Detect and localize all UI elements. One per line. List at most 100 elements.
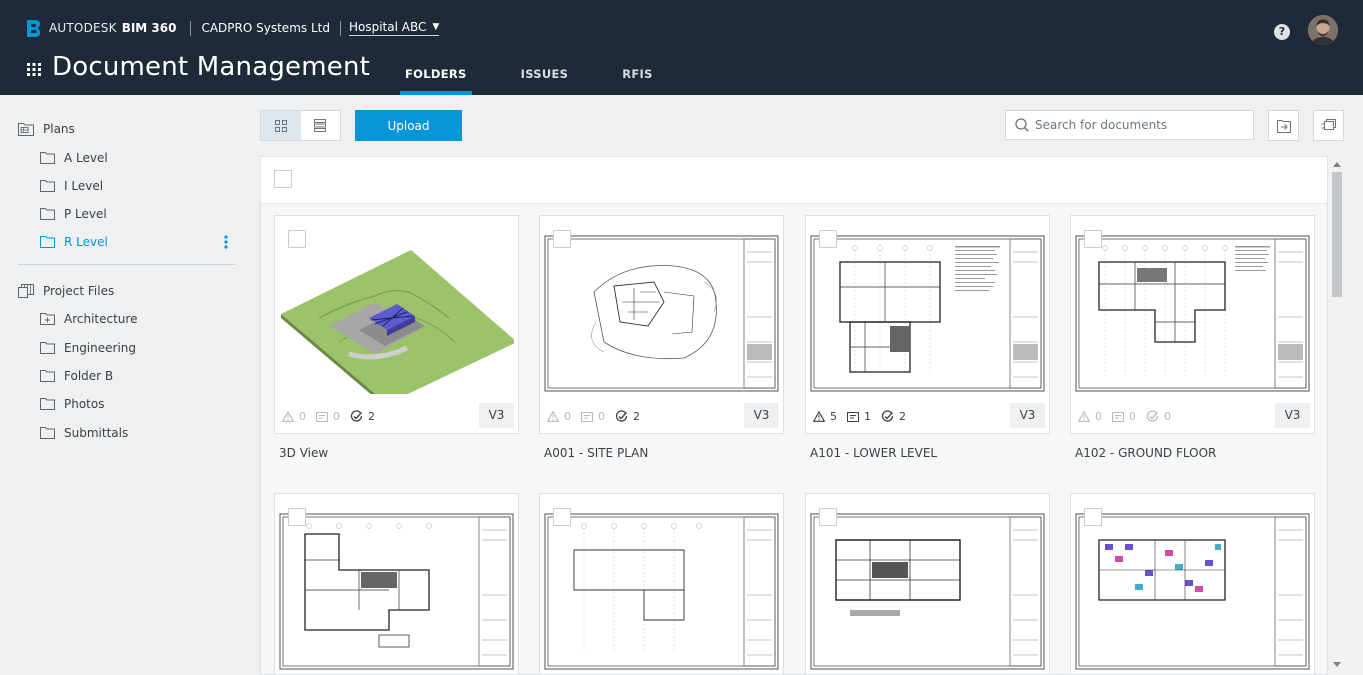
bim360-logo-icon bbox=[27, 19, 40, 37]
list-view-icon bbox=[314, 119, 327, 132]
document-card[interactable] bbox=[539, 493, 784, 674]
tree-label: Engineering bbox=[64, 341, 136, 355]
review-check-icon bbox=[881, 410, 894, 422]
document-title[interactable]: 3D View bbox=[279, 446, 328, 460]
site-plan-thumbnail bbox=[544, 235, 779, 392]
list-view-button[interactable] bbox=[301, 111, 341, 140]
tree-label-plans: Plans bbox=[43, 122, 75, 136]
page-title: Document Management bbox=[52, 52, 371, 82]
markup-icon bbox=[847, 411, 859, 422]
document-checkbox[interactable] bbox=[1084, 508, 1102, 526]
document-meta: 5 1 2 bbox=[813, 410, 916, 423]
export-button[interactable] bbox=[1268, 110, 1299, 141]
folder-export-icon bbox=[1276, 119, 1291, 133]
folder-icon bbox=[40, 427, 55, 439]
tree-label-project-files: Project Files bbox=[43, 284, 115, 298]
document-card[interactable] bbox=[805, 493, 1050, 674]
document-card[interactable]: 0 0 0 V3 bbox=[1070, 215, 1315, 434]
version-badge[interactable]: V3 bbox=[744, 403, 779, 428]
project-files-icon bbox=[18, 284, 34, 298]
grid-view-button[interactable] bbox=[261, 111, 301, 140]
tree-node-photos[interactable]: Photos bbox=[40, 394, 104, 414]
search-input[interactable] bbox=[1035, 118, 1235, 132]
review-count: 2 bbox=[899, 410, 906, 423]
document-checkbox[interactable] bbox=[819, 230, 837, 248]
document-card[interactable] bbox=[274, 493, 519, 674]
tree-label: R Level bbox=[64, 235, 108, 249]
tree-node-submittals[interactable]: Submittals bbox=[40, 423, 128, 443]
document-card[interactable]: 0 0 2 V3 bbox=[539, 215, 784, 434]
tree-node-a-level[interactable]: A Level bbox=[40, 148, 108, 168]
scroll-down-arrow-icon[interactable] bbox=[1333, 662, 1341, 667]
issue-warning-icon bbox=[547, 411, 559, 422]
document-checkbox[interactable] bbox=[819, 508, 837, 526]
tab-rfis[interactable]: RFIS bbox=[617, 60, 657, 95]
upload-button[interactable]: Upload bbox=[355, 110, 462, 141]
plans-folder-icon bbox=[18, 123, 34, 136]
version-badge[interactable]: V3 bbox=[1275, 403, 1310, 428]
caret-down-icon: ▼ bbox=[432, 22, 440, 32]
search-box[interactable] bbox=[1005, 110, 1254, 140]
floor-plan-thumbnail bbox=[279, 513, 514, 670]
document-card[interactable] bbox=[1070, 493, 1315, 674]
markup-count: 0 bbox=[333, 410, 340, 423]
document-title[interactable]: A101 - LOWER LEVEL bbox=[810, 446, 937, 460]
tree-label: A Level bbox=[64, 151, 108, 165]
tree-node-plans[interactable]: Plans bbox=[18, 119, 75, 139]
tree-label: I Level bbox=[64, 179, 104, 193]
content-scrollbar[interactable] bbox=[1328, 156, 1346, 675]
tree-node-i-level[interactable]: I Level bbox=[40, 176, 103, 196]
document-checkbox[interactable] bbox=[1084, 230, 1102, 248]
scroll-thumb[interactable] bbox=[1332, 172, 1342, 297]
tree-label: Architecture bbox=[64, 312, 138, 326]
help-icon[interactable]: ? bbox=[1274, 24, 1290, 40]
app-grid-icon[interactable] bbox=[26, 61, 42, 77]
document-checkbox[interactable] bbox=[288, 508, 306, 526]
tree-node-p-level[interactable]: P Level bbox=[40, 204, 107, 224]
search-icon bbox=[1015, 118, 1029, 132]
document-checkbox[interactable] bbox=[288, 230, 306, 248]
tab-issues[interactable]: ISSUES bbox=[516, 60, 574, 95]
folder-icon bbox=[40, 152, 55, 164]
grid-view-icon bbox=[274, 119, 287, 132]
version-badge[interactable]: V3 bbox=[479, 403, 514, 428]
tree-node-engineering[interactable]: Engineering bbox=[40, 338, 136, 358]
review-count: 0 bbox=[1164, 410, 1171, 423]
breadcrumb-divider bbox=[339, 20, 341, 36]
version-badge[interactable]: V3 bbox=[1010, 403, 1045, 428]
folder-plus-icon bbox=[40, 313, 55, 325]
document-card[interactable]: 5 1 2 V3 bbox=[805, 215, 1050, 434]
sidebar-divider bbox=[18, 264, 235, 265]
markup-count: 0 bbox=[1129, 410, 1136, 423]
more-options-icon[interactable] bbox=[224, 235, 228, 249]
issue-warning-icon bbox=[282, 411, 294, 422]
document-title[interactable]: A001 - SITE PLAN bbox=[544, 446, 648, 460]
tab-folders[interactable]: FOLDERS bbox=[400, 60, 472, 95]
top-bar: AUTODESK BIM 360 CADPRO Systems Ltd Hosp… bbox=[0, 0, 1363, 95]
tree-label: Folder B bbox=[64, 369, 114, 383]
tree-node-architecture[interactable]: Architecture bbox=[40, 309, 137, 329]
folder-icon bbox=[40, 180, 55, 192]
color-plan-thumbnail bbox=[1075, 513, 1310, 670]
brand-autodesk: AUTODESK bbox=[49, 21, 117, 35]
tree-node-folder-b[interactable]: Folder B bbox=[40, 366, 113, 386]
tree-label: P Level bbox=[64, 207, 107, 221]
user-avatar[interactable] bbox=[1308, 15, 1338, 45]
project-selector[interactable]: Hospital ABC ▼ bbox=[348, 20, 440, 36]
document-title[interactable]: A102 - GROUND FLOOR bbox=[1075, 446, 1216, 460]
document-meta: 0 0 0 bbox=[1078, 410, 1181, 423]
sheet-compare-button[interactable] bbox=[1313, 110, 1344, 141]
tree-node-r-level[interactable]: R Level bbox=[40, 232, 108, 252]
issue-warning-icon bbox=[813, 411, 825, 422]
document-card[interactable]: 0 0 2 V3 bbox=[274, 215, 519, 434]
brand-product: BIM 360 bbox=[121, 21, 177, 35]
issue-count: 0 bbox=[299, 410, 306, 423]
select-all-checkbox[interactable] bbox=[274, 170, 292, 188]
markup-icon bbox=[581, 411, 593, 422]
scroll-up-arrow-icon[interactable] bbox=[1333, 162, 1341, 167]
company-name[interactable]: CADPRO Systems Ltd bbox=[201, 21, 329, 35]
document-checkbox[interactable] bbox=[553, 508, 571, 526]
view-mode-toggle bbox=[260, 110, 341, 141]
tree-node-project-files[interactable]: Project Files bbox=[18, 281, 114, 301]
document-checkbox[interactable] bbox=[553, 230, 571, 248]
